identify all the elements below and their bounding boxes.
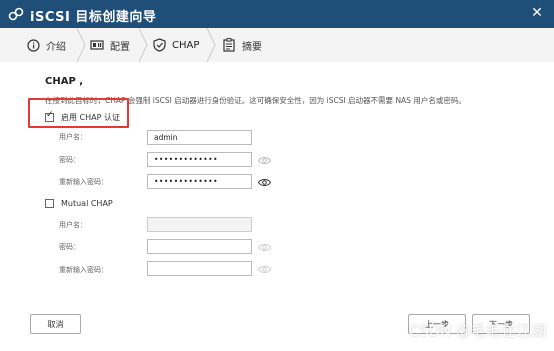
chap-password-input[interactable]: ••••••••••••• [147, 152, 252, 167]
shield-check-icon [152, 38, 166, 52]
mutual-chap-label: Mutual CHAP [61, 199, 113, 208]
mutual-confirm-label: 重新输入密码： [59, 266, 108, 274]
info-icon [26, 38, 40, 52]
close-icon[interactable]: ✕ [528, 4, 546, 22]
step-separator-icon [138, 28, 148, 62]
wizard-steps: 介绍 配置 CHAP 摘要 [0, 28, 554, 63]
config-icon [90, 38, 104, 52]
mutual-password-label: 密码： [59, 243, 80, 251]
cancel-button[interactable]: 取消 [30, 314, 81, 334]
step-label: 介绍 [46, 41, 66, 53]
mutual-username-input [147, 217, 252, 232]
mutual-password-input [147, 239, 252, 254]
chap-confirm-label: 重新输入密码： [59, 178, 108, 186]
step-summary[interactable]: 摘要 [222, 28, 262, 62]
chap-password-label: 密码： [59, 156, 80, 164]
window-title: iSCSI 目标创建向导 [30, 10, 157, 25]
clipboard-icon [222, 38, 236, 52]
step-label: 摘要 [242, 41, 262, 53]
step-separator-icon [76, 28, 86, 62]
step-separator-icon [206, 28, 216, 62]
eye-icon[interactable] [258, 178, 271, 187]
chap-username-input[interactable]: admin [147, 130, 252, 145]
step-chap[interactable]: CHAP [152, 28, 199, 62]
chap-confirm-input[interactable]: ••••••••••••• [147, 174, 252, 189]
section-title: CHAP , [45, 76, 84, 87]
annotation-highlight-box [28, 98, 129, 128]
chap-username-label: 用户名： [59, 133, 87, 141]
step-label: CHAP [172, 39, 200, 51]
step-label: 配置 [110, 41, 130, 53]
mutual-confirm-input [147, 261, 252, 276]
mutual-username-label: 用户名： [59, 221, 87, 229]
title-bar: iSCSI 目标创建向导 ✕ [0, 0, 554, 28]
mutual-chap-row[interactable]: Mutual CHAP [45, 199, 113, 208]
watermark-text: CSDN @毛毛在江湖 [408, 322, 546, 340]
iscsi-logo-icon [8, 7, 24, 21]
eye-icon[interactable] [258, 156, 271, 165]
mutual-chap-checkbox[interactable] [45, 199, 54, 208]
eye-icon [258, 244, 271, 251]
step-config[interactable]: 配置 [90, 28, 130, 62]
eye-icon [258, 266, 271, 273]
step-intro[interactable]: 介绍 [26, 28, 66, 62]
